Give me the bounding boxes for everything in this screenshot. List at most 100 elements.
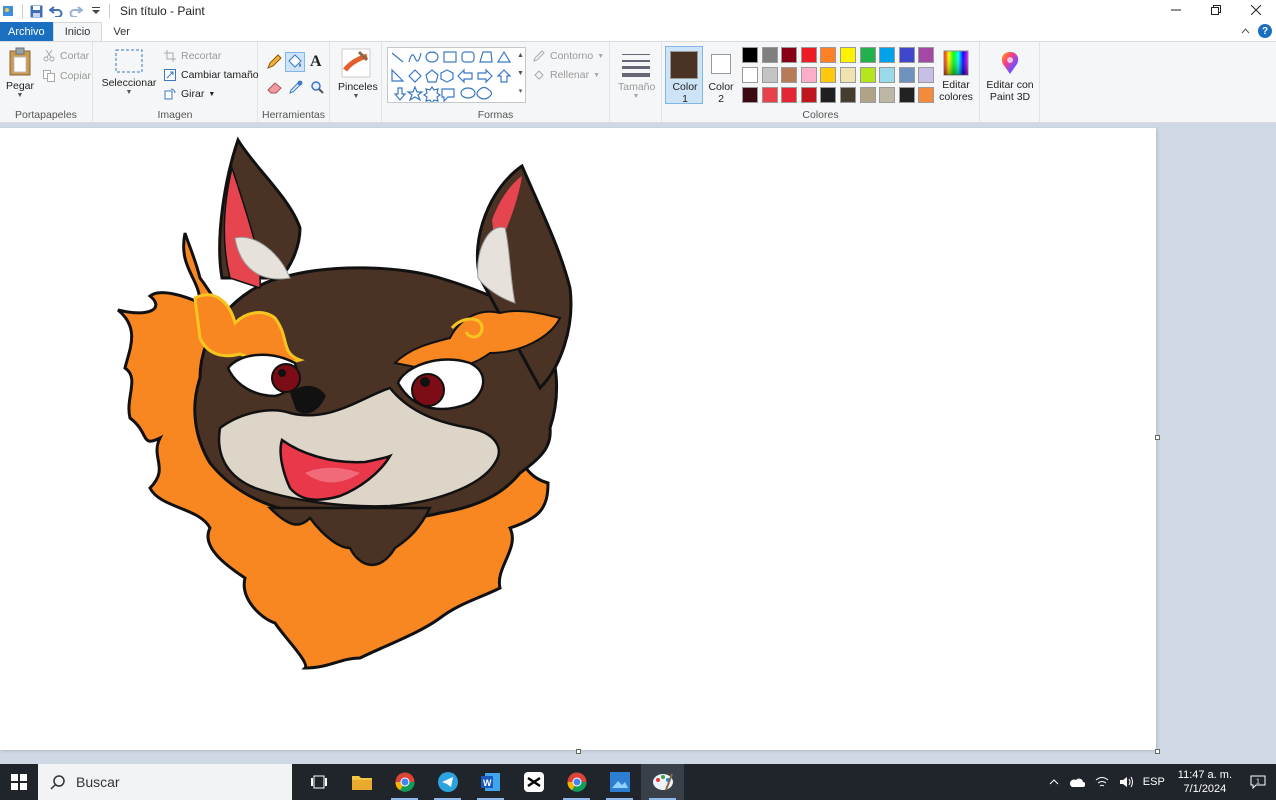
palette-swatch[interactable] [781,67,798,83]
select-button[interactable]: Seleccionar ▼ [101,48,157,104]
notifications-icon[interactable]: 1 [1240,775,1276,789]
paint-app-icon[interactable] [2,4,16,18]
eraser-icon [267,82,282,94]
palette-swatch[interactable] [879,87,896,103]
redo-icon[interactable] [69,4,83,18]
resize-handle-bottom[interactable] [576,749,581,754]
palette-swatch[interactable] [840,87,856,103]
crop-button[interactable]: Recortar [163,49,221,63]
palette-swatch[interactable] [918,47,935,63]
scroll-up-icon[interactable]: ▲ [515,47,526,65]
palette-swatch[interactable] [859,87,876,103]
taskbar-chrome-2[interactable] [555,764,598,800]
fill-tool[interactable] [285,52,305,72]
restore-button[interactable] [1196,0,1236,20]
rotate-button[interactable]: Girar ▼ [163,87,215,101]
palette-swatch[interactable] [781,87,798,103]
start-button[interactable] [0,764,38,800]
text-tool[interactable]: A [310,53,322,71]
taskbar-capcut[interactable] [512,764,555,800]
resize-handle-right[interactable] [1155,435,1160,440]
clipboard-group-label: Portapapeles [15,109,77,121]
expand-gallery-icon[interactable]: ▾ [515,83,526,101]
minimize-button[interactable] [1156,0,1196,20]
shapes-gallery[interactable] [387,47,526,105]
separator [109,4,110,18]
shapes-scroll[interactable]: ▲ ▼ ▾ [515,47,526,103]
fill-bucket-icon [532,68,546,82]
edit-colors-button[interactable]: Editar colores [938,50,974,103]
line-width-icon [622,54,650,77]
drawing-canvas[interactable] [0,128,1156,750]
taskbar-photos[interactable] [598,764,641,800]
brushes-button[interactable]: Pinceles ▼ [338,48,378,100]
palette-swatch[interactable] [898,47,915,63]
clock[interactable]: 11:47 a. m. 7/1/2024 [1170,768,1240,796]
taskbar-paint[interactable] [641,764,684,800]
magnifier-tool[interactable] [310,80,324,97]
fill-button[interactable]: Rellenar ▼ [532,68,600,82]
capcut-icon [523,772,544,792]
palette-swatch[interactable] [898,87,915,103]
show-hidden-icons-icon[interactable] [1044,779,1064,785]
palette-swatch[interactable] [879,47,896,63]
close-button[interactable] [1236,0,1276,20]
palette-swatch[interactable] [820,87,837,103]
palette-swatch[interactable] [761,47,778,63]
volume-icon[interactable] [1114,776,1138,788]
outline-button[interactable]: Contorno ▼ [532,49,604,63]
wifi-icon[interactable] [1090,776,1114,788]
cut-button[interactable]: Cortar [42,49,89,63]
onedrive-icon[interactable] [1064,777,1090,787]
edit-with-paint3d-button[interactable]: Editar con Paint 3D [982,50,1038,103]
tab-file[interactable]: Archivo [0,22,53,41]
copy-button[interactable]: Copiar [42,69,91,83]
palette-swatch[interactable] [800,87,817,103]
scroll-down-icon[interactable]: ▼ [515,65,526,83]
customize-toolbar-icon[interactable] [89,4,103,18]
palette-swatch[interactable] [742,87,758,103]
system-tray: ESP 11:47 a. m. 7/1/2024 1 [1044,764,1276,800]
paste-button[interactable]: Pegar ▼ [6,47,34,101]
palette-swatch[interactable] [742,47,758,63]
chevron-down-icon: ▼ [208,90,216,98]
palette-swatch[interactable] [840,67,856,83]
size-button[interactable]: Tamaño ▼ [618,48,655,100]
resize-handle-corner[interactable] [1155,749,1160,754]
taskbar-file-explorer[interactable] [340,764,383,800]
taskbar-word[interactable]: W [469,764,512,800]
color2-swatch[interactable] [711,54,731,74]
undo-icon[interactable] [49,4,63,18]
palette-swatch[interactable] [918,67,935,83]
help-icon[interactable]: ? [1258,24,1272,38]
save-icon[interactable] [29,4,43,18]
palette-swatch[interactable] [820,47,837,63]
palette-swatch[interactable] [820,67,837,83]
palette-swatch[interactable] [840,47,856,63]
taskbar-telegram[interactable] [426,764,469,800]
palette-swatch[interactable] [742,67,758,83]
palette-swatch[interactable] [859,67,876,83]
tab-view[interactable]: Ver [102,22,141,41]
collapse-ribbon-icon[interactable] [1241,25,1250,37]
palette-swatch[interactable] [898,67,915,83]
tab-home[interactable]: Inicio [52,22,103,41]
resize-button[interactable]: Cambiar tamaño [163,68,259,82]
palette-swatch[interactable] [879,67,896,83]
pencil-tool[interactable] [266,54,282,73]
palette-swatch[interactable] [918,87,935,103]
color-picker-tool[interactable] [289,80,303,97]
task-view-button[interactable] [297,764,340,800]
palette-swatch[interactable] [781,47,798,63]
taskbar-search[interactable]: Buscar [38,764,292,800]
eraser-tool[interactable] [267,80,283,97]
palette-swatch[interactable] [800,67,817,83]
taskbar-chrome[interactable] [383,764,426,800]
palette-swatch[interactable] [859,47,876,63]
palette-swatch[interactable] [800,47,817,63]
palette-swatch[interactable] [761,87,778,103]
eyedropper-icon [289,80,303,94]
palette-swatch[interactable] [761,67,778,83]
color1-label: Color [672,81,698,93]
language-indicator[interactable]: ESP [1138,776,1170,788]
